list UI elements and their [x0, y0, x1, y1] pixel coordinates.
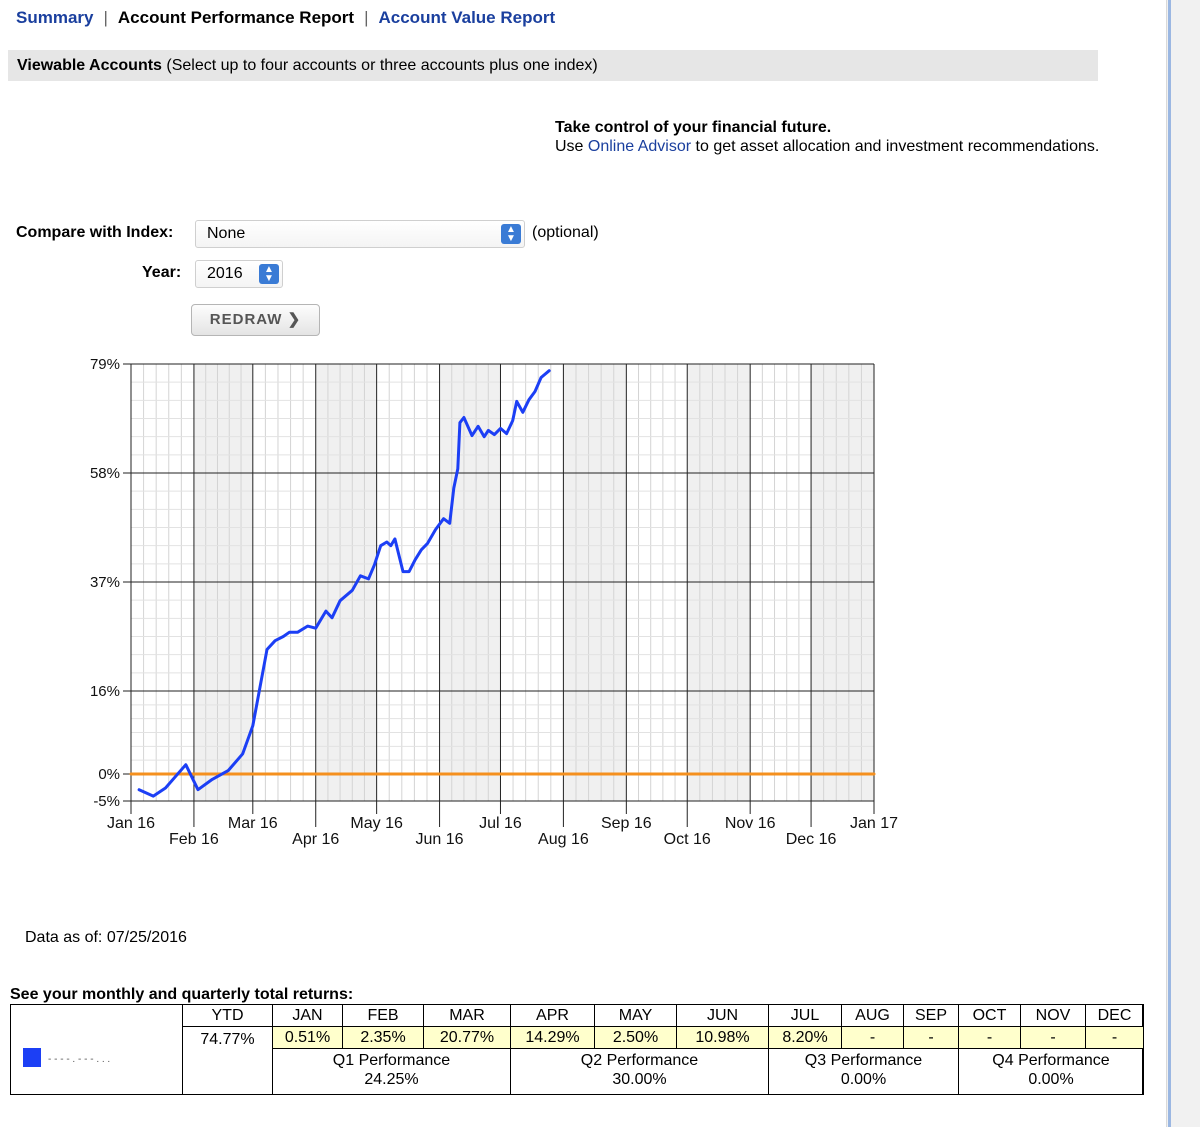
month-return-apr: 14.29% [510, 1026, 595, 1049]
select-arrows-icon: ▲ ▼ [501, 224, 521, 244]
month-return-nov: - [1020, 1026, 1086, 1049]
x-tick-label: Mar 16 [228, 815, 278, 832]
viewable-accounts-bar: Viewable Accounts (Select up to four acc… [8, 50, 1098, 81]
performance-chart: 79% 58% 37% 16% 0% -5% Jan 16 Feb 16 Mar 16 Apr … [90, 356, 898, 848]
month-return-dec: - [1085, 1026, 1144, 1049]
x-axis: Jan 16 Feb 16 Mar 16 Apr 16 May 16 Jun 16 Jul … [107, 801, 898, 848]
month-return-jun: 10.98% [676, 1026, 769, 1049]
account-performance-report-tab[interactable]: Account Performance Report [118, 8, 354, 27]
promo-text: Use Online Advisor to get asset allocati… [555, 137, 1099, 156]
nav-separator: | [103, 8, 108, 27]
y-tick-label: 16% [90, 683, 120, 700]
month-return-oct: - [958, 1026, 1021, 1049]
promo-headline: Take control of your financial future. [555, 119, 832, 136]
x-tick-label: Jan 16 [107, 815, 155, 832]
quarter-cell-q4: Q4 Performance 0.00% [958, 1048, 1144, 1095]
year-value: 2016 [207, 265, 243, 282]
y-tick-label: 37% [90, 574, 120, 591]
month-header-jan: JAN [272, 1004, 343, 1027]
y-tick-label: 58% [90, 465, 120, 482]
account-color-swatch [23, 1048, 41, 1067]
year-label: Year: [142, 264, 182, 281]
month-return-may: 2.50% [594, 1026, 677, 1049]
month-header-may: MAY [594, 1004, 677, 1027]
x-tick-label: Nov 16 [725, 815, 776, 832]
x-tick-label: Oct 16 [664, 831, 711, 848]
compare-index-value: None [207, 225, 246, 242]
month-header-nov: NOV [1020, 1004, 1086, 1027]
quarter-value: 30.00% [612, 1071, 667, 1088]
ytd-value: 74.77% [182, 1026, 273, 1095]
y-tick-label: 79% [90, 356, 120, 373]
vertical-scrollbar[interactable] [1166, 0, 1200, 1127]
quarter-cell-q3: Q3 Performance 0.00% [768, 1048, 959, 1095]
month-header-jul: JUL [768, 1004, 842, 1027]
month-return-sep: - [903, 1026, 959, 1049]
quarter-label: Q1 Performance [332, 1052, 451, 1069]
quarter-label: Q3 Performance [804, 1052, 923, 1069]
month-header-sep: SEP [903, 1004, 959, 1027]
redraw-button[interactable]: REDRAW ❯ [191, 304, 320, 336]
account-value-report-link[interactable]: Account Value Report [379, 8, 556, 27]
month-return-mar: 20.77% [423, 1026, 511, 1049]
promo-text-post: to get asset allocation and investment r… [691, 138, 1100, 155]
summary-link[interactable]: Summary [16, 8, 93, 27]
viewable-accounts-title: Viewable Accounts [17, 57, 162, 74]
month-return-feb: 2.35% [342, 1026, 424, 1049]
year-select[interactable]: 2016 ▲ ▼ [195, 260, 283, 288]
online-advisor-link[interactable]: Online Advisor [588, 138, 691, 155]
x-tick-label: Jan 17 [850, 815, 898, 832]
report-nav: Summary | Account Performance Report | Accou… [16, 8, 555, 28]
ytd-header: YTD [182, 1004, 273, 1027]
quarter-value: 0.00% [1028, 1071, 1074, 1088]
y-tick-label: -5% [93, 793, 120, 810]
account-name: - - - - . - - - . . . [48, 1054, 111, 1065]
x-tick-label: Dec 16 [786, 831, 837, 848]
x-tick-label: Jul 16 [479, 815, 522, 832]
x-tick-label: May 16 [350, 815, 403, 832]
quarter-cell-q2: Q2 Performance 30.00% [510, 1048, 769, 1095]
select-arrows-icon: ▲ ▼ [259, 264, 279, 284]
scrollbar-edge [1168, 0, 1171, 1127]
month-return-aug: - [841, 1026, 904, 1049]
quarter-value: 24.25% [364, 1071, 419, 1088]
month-header-apr: APR [510, 1004, 595, 1027]
month-header-aug: AUG [841, 1004, 904, 1027]
month-return-jan: 0.51% [272, 1026, 343, 1049]
quarter-value: 0.00% [840, 1071, 887, 1088]
x-tick-label: Sep 16 [601, 815, 652, 832]
promo-text-pre: Use [555, 138, 588, 155]
quarter-label: Q2 Performance [580, 1052, 699, 1069]
month-header-oct: OCT [958, 1004, 1021, 1027]
x-tick-label: Jun 16 [416, 831, 464, 848]
x-tick-label: Feb 16 [169, 831, 219, 848]
nav-separator: | [364, 8, 369, 27]
x-tick-label: Apr 16 [292, 831, 339, 848]
month-header-dec: DEC [1085, 1004, 1144, 1027]
online-advisor-promo: Take control of your financial future. U… [555, 118, 1099, 156]
month-return-jul: 8.20% [768, 1026, 842, 1049]
y-tick-label: 0% [98, 766, 120, 783]
chevron-right-icon: ❯ [287, 311, 302, 328]
optional-note: (optional) [532, 224, 599, 241]
viewable-accounts-note: (Select up to four accounts or three acc… [166, 57, 598, 74]
month-header-feb: FEB [342, 1004, 424, 1027]
redraw-label: REDRAW [209, 311, 283, 328]
returns-title: See your monthly and quarterly total ret… [10, 986, 354, 1003]
x-tick-label: Aug 16 [538, 831, 589, 848]
month-header-mar: MAR [423, 1004, 511, 1027]
compare-index-label: Compare with Index: [16, 224, 174, 241]
returns-table: - - - - . - - - . . . YTD 74.77% JAN 0.51% FE… [10, 1004, 1144, 1095]
y-axis: 79% 58% 37% 16% 0% -5% [90, 356, 131, 810]
data-as-of: Data as of: 07/25/2016 [25, 929, 187, 946]
quarter-cell-q1: Q1 Performance 24.25% [272, 1048, 511, 1095]
compare-index-select[interactable]: None ▲ ▼ [195, 220, 525, 248]
quarter-label: Q4 Performance [992, 1052, 1110, 1069]
month-header-jun: JUN [676, 1004, 769, 1027]
